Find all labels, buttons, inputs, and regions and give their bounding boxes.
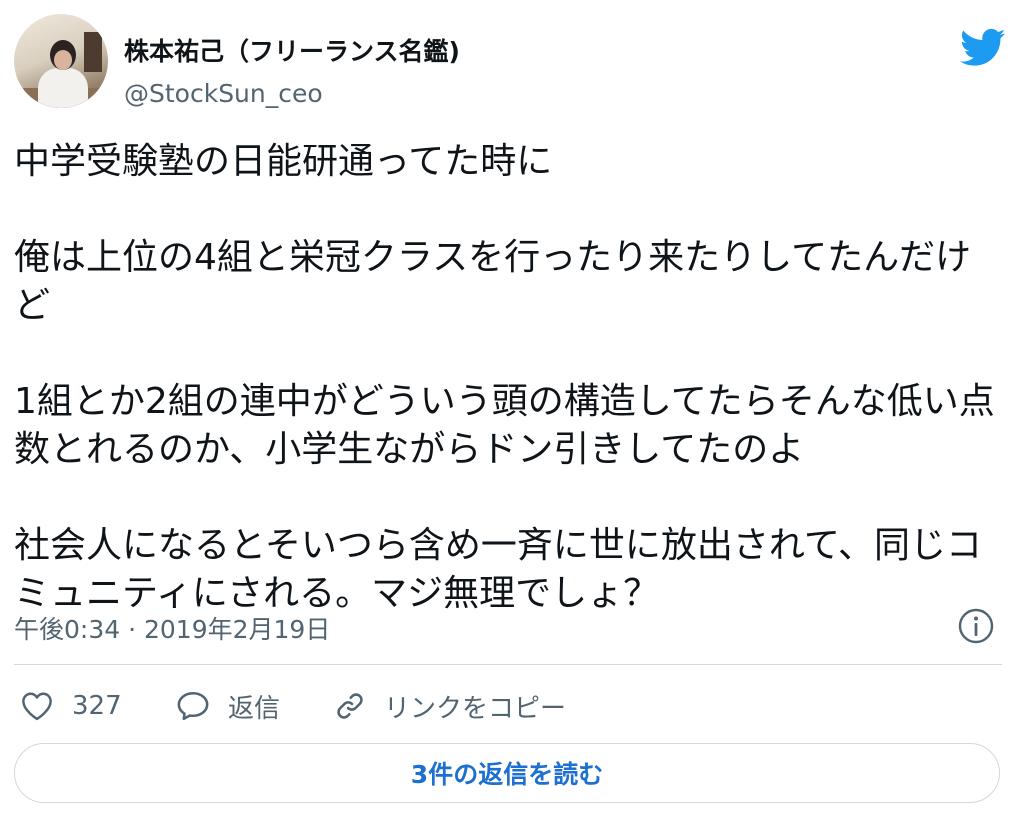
speech-bubble-icon — [177, 691, 209, 721]
twitter-bird-icon[interactable] — [960, 28, 1006, 68]
info-icon[interactable] — [957, 607, 995, 645]
like-count: 327 — [72, 691, 122, 721]
tweet-paragraph: 俺は上位の4組と栄冠クラスを行ったり来たりしてたんだけど — [14, 237, 972, 326]
tweet-text: 中学受験塾の日能研通ってた時に 俺は上位の4組と栄冠クラスを行ったり来たりしてた… — [14, 138, 1004, 618]
copy-link-label: リンクをコピー — [384, 693, 567, 724]
tweet-timestamp[interactable]: 午後0:34 · 2019年2月19日 — [14, 610, 330, 646]
reply-label: 返信 — [228, 693, 281, 724]
like-button[interactable]: 327 — [20, 684, 122, 728]
tweet-card: 株本祐己（フリーランス名鑑) @StockSun_ceo 中学受験塾の日能研通っ… — [0, 0, 1024, 827]
tweet-paragraph: 中学受験塾の日能研通ってた時に — [14, 141, 553, 182]
link-icon — [337, 693, 363, 719]
read-replies-button[interactable]: 3件の返信を読む — [14, 743, 1000, 803]
tweet-paragraph: 1組とか2組の連中がどういう頭の構造してたらそんな低い点数とれるのか、小学生なが… — [14, 381, 995, 470]
reply-button[interactable]: 返信 — [176, 684, 280, 728]
copy-link-button[interactable]: リンクをコピー — [334, 684, 566, 728]
display-name[interactable]: 株本祐己（フリーランス名鑑) — [124, 32, 460, 68]
user-handle[interactable]: @StockSun_ceo — [124, 79, 323, 108]
divider — [14, 664, 1002, 665]
tweet-header: 株本祐己（フリーランス名鑑) @StockSun_ceo — [14, 14, 1010, 114]
tweet-paragraph: 社会人になるとそいつら含め一斉に世に放出されて、同じコミュニティにされる。マジ無… — [14, 525, 983, 614]
action-bar: 327 返信 リンクをコピー — [14, 684, 1004, 728]
avatar[interactable] — [14, 14, 108, 108]
heart-icon — [22, 692, 52, 721]
